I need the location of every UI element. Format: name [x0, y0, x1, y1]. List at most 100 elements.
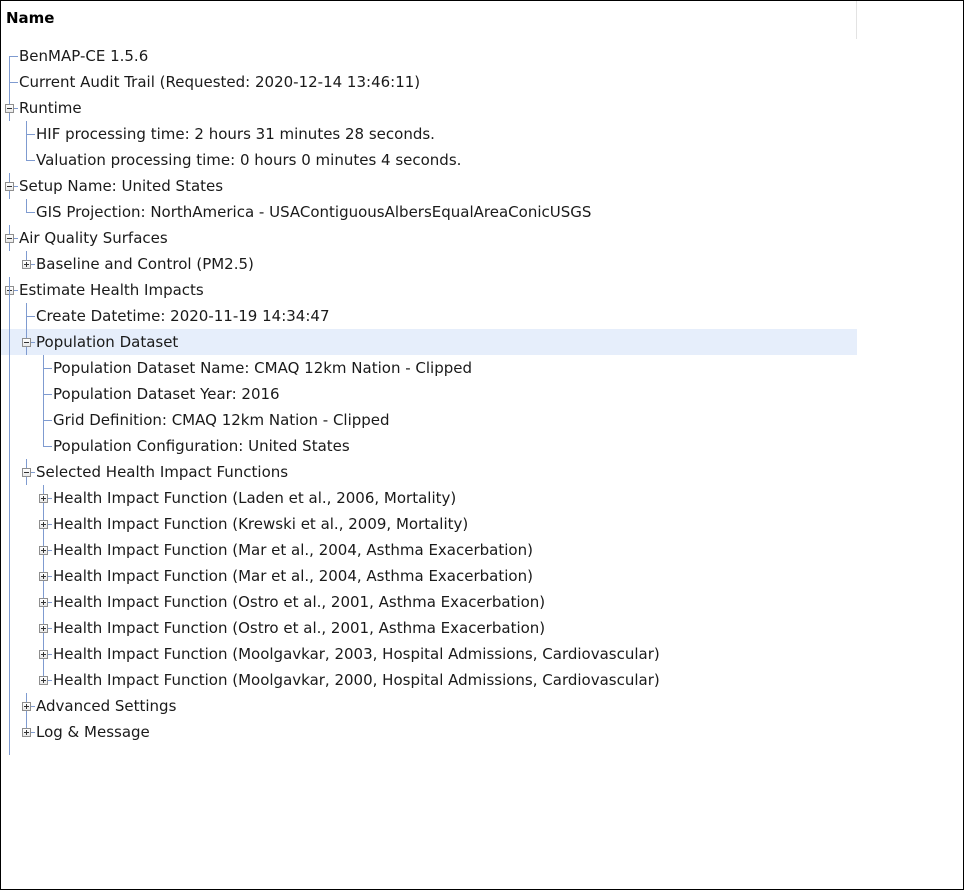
tree-node[interactable]: Air Quality Surfaces	[1, 225, 857, 251]
tree-connector-line	[9, 82, 18, 83]
collapse-minus-icon[interactable]	[5, 182, 14, 191]
tree-node[interactable]: Health Impact Function (Mar et al., 2004…	[1, 537, 857, 563]
tree-node[interactable]: Runtime	[1, 95, 857, 121]
expand-plus-icon[interactable]	[22, 728, 31, 737]
tree-connector-line	[43, 407, 44, 433]
tree-node[interactable]: Health Impact Function (Ostro et al., 20…	[1, 615, 857, 641]
tree-node-selected[interactable]: Population Dataset	[1, 329, 857, 355]
tree-node[interactable]: Grid Definition: CMAQ 12km Nation - Clip…	[1, 407, 857, 433]
tree-node-label: Valuation processing time: 0 hours 0 min…	[36, 151, 462, 169]
plus-stroke	[43, 574, 44, 579]
tree-node-label: Health Impact Function (Mar et al., 2004…	[53, 541, 533, 559]
tree-node[interactable]: Health Impact Function (Mar et al., 2004…	[1, 563, 857, 589]
tree-node[interactable]: Population Dataset Year: 2016	[1, 381, 857, 407]
plus-stroke	[43, 548, 44, 553]
tree-connector-line	[26, 303, 27, 329]
tree-connector-line	[43, 433, 44, 446]
tree-node-label: Grid Definition: CMAQ 12km Nation - Clip…	[53, 411, 390, 429]
tree-node[interactable]: BenMAP-CE 1.5.6	[1, 43, 857, 69]
tree-node-label: Health Impact Function (Ostro et al., 20…	[53, 593, 546, 611]
tree-connector-line	[9, 277, 10, 755]
tree-node[interactable]: Baseline and Control (PM2.5)	[1, 251, 857, 277]
tree-node-label: Air Quality Surfaces	[19, 229, 168, 247]
plus-stroke	[43, 626, 44, 631]
minus-stroke	[24, 472, 29, 473]
expand-plus-icon[interactable]	[22, 702, 31, 711]
minus-stroke	[7, 238, 12, 239]
tree-node[interactable]: Population Configuration: United States	[1, 433, 857, 459]
tree-node-label: Health Impact Function (Moolgavkar, 2000…	[53, 671, 660, 689]
collapse-minus-icon[interactable]	[5, 234, 14, 243]
tree-node-label: GIS Projection: NorthAmerica - USAContig…	[36, 203, 592, 221]
plus-stroke	[26, 262, 27, 267]
tree-node-label: BenMAP-CE 1.5.6	[19, 47, 149, 65]
name-column-header[interactable]: Name	[1, 1, 857, 39]
tree-connector-line	[43, 394, 52, 395]
tree-connector-line	[43, 355, 44, 381]
tree-connector-line	[9, 69, 10, 95]
tree-node[interactable]: Health Impact Function (Laden et al., 20…	[1, 485, 857, 511]
tree-node[interactable]: Valuation processing time: 0 hours 0 min…	[1, 147, 857, 173]
tree-connector-line	[26, 160, 35, 161]
tree-node-label: Population Configuration: United States	[53, 437, 350, 455]
collapse-minus-icon[interactable]	[22, 338, 31, 347]
tree-node[interactable]: Create Datetime: 2020-11-19 14:34:47	[1, 303, 857, 329]
tree-node[interactable]: Health Impact Function (Ostro et al., 20…	[1, 589, 857, 615]
expand-plus-icon[interactable]	[39, 650, 48, 659]
tree-connector-line	[26, 212, 35, 213]
tree-node[interactable]: HIF processing time: 2 hours 31 minutes …	[1, 121, 857, 147]
expand-plus-icon[interactable]	[39, 572, 48, 581]
tree-node-label: Health Impact Function (Laden et al., 20…	[53, 489, 457, 507]
collapse-minus-icon[interactable]	[22, 468, 31, 477]
tree-node[interactable]: GIS Projection: NorthAmerica - USAContig…	[1, 199, 857, 225]
plus-stroke	[26, 730, 27, 735]
tree-node[interactable]: Estimate Health Impacts	[1, 277, 857, 303]
minus-stroke	[7, 186, 12, 187]
tree-connector-line	[43, 381, 44, 407]
tree-node-label: Population Dataset Name: CMAQ 12km Natio…	[53, 359, 472, 377]
tree-node-label: Baseline and Control (PM2.5)	[36, 255, 254, 273]
tree-node-label: Selected Health Impact Functions	[36, 463, 289, 481]
expand-plus-icon[interactable]	[22, 260, 31, 269]
tree-node[interactable]: Health Impact Function (Moolgavkar, 2000…	[1, 667, 857, 693]
tree-connector-line	[9, 56, 10, 69]
tree-body[interactable]: BenMAP-CE 1.5.6 Current Audit Trail (Requ…	[1, 43, 963, 889]
tree-node-label: Health Impact Function (Moolgavkar, 2003…	[53, 645, 660, 663]
audit-trail-tree-view[interactable]: Name BenMAP-CE 1.5.6 Current Audit Trail …	[0, 0, 964, 890]
tree-node-label: Advanced Settings	[36, 697, 177, 715]
tree-node[interactable]: Selected Health Impact Functions	[1, 459, 857, 485]
tree-connector-line	[9, 56, 18, 57]
tree-connector-line	[43, 446, 52, 447]
tree-node-label: Create Datetime: 2020-11-19 14:34:47	[36, 307, 330, 325]
tree-node[interactable]: Advanced Settings	[1, 693, 857, 719]
tree-node-label: Population Dataset	[36, 333, 179, 351]
tree-node-label: Runtime	[19, 99, 82, 117]
expand-plus-icon[interactable]	[39, 598, 48, 607]
tree-node-label: Setup Name: United States	[19, 177, 224, 195]
tree-connector-line	[43, 368, 52, 369]
plus-stroke	[43, 652, 44, 657]
expand-plus-icon[interactable]	[39, 546, 48, 555]
tree-node-label: Health Impact Function (Mar et al., 2004…	[53, 567, 533, 585]
tree-node-label: Estimate Health Impacts	[19, 281, 204, 299]
tree-connector-line	[43, 420, 52, 421]
tree-node-label: HIF processing time: 2 hours 31 minutes …	[36, 125, 435, 143]
collapse-minus-icon[interactable]	[5, 104, 14, 113]
expand-plus-icon[interactable]	[39, 494, 48, 503]
plus-stroke	[43, 678, 44, 683]
expand-plus-icon[interactable]	[39, 624, 48, 633]
expand-plus-icon[interactable]	[39, 676, 48, 685]
tree-node[interactable]: Log & Message	[1, 719, 857, 745]
tree-connector-line	[26, 199, 27, 212]
name-column-header-label: Name	[6, 9, 55, 27]
tree-connector-line	[26, 121, 27, 147]
tree-node[interactable]: Health Impact Function (Krewski et al., …	[1, 511, 857, 537]
tree-node[interactable]: Current Audit Trail (Requested: 2020-12-…	[1, 69, 857, 95]
tree-node[interactable]: Setup Name: United States	[1, 173, 857, 199]
tree-connector-line	[26, 147, 27, 160]
expand-plus-icon[interactable]	[39, 520, 48, 529]
tree-node[interactable]: Health Impact Function (Moolgavkar, 2003…	[1, 641, 857, 667]
tree-node[interactable]: Population Dataset Name: CMAQ 12km Natio…	[1, 355, 857, 381]
tree-connector-line	[26, 134, 35, 135]
tree-node-label: Health Impact Function (Ostro et al., 20…	[53, 619, 546, 637]
